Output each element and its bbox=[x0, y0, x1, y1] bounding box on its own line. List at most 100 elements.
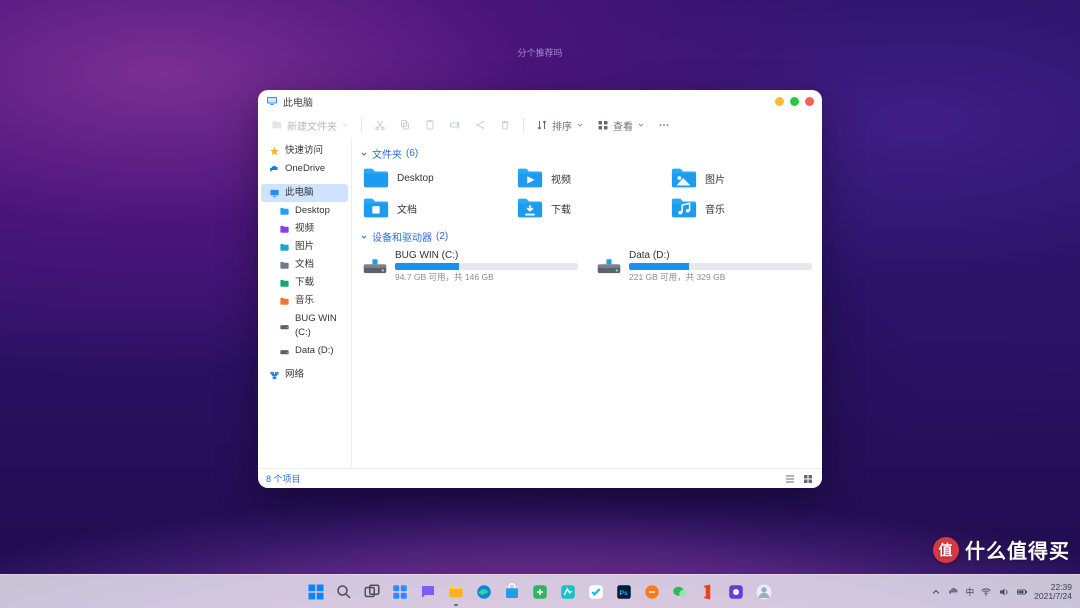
wifi-icon[interactable] bbox=[980, 586, 992, 598]
folder-pictures[interactable]: 图片 bbox=[668, 165, 814, 191]
taskbar-tray: 中 22:39 2021/7/24 bbox=[930, 583, 1072, 601]
taskbar-app-purple[interactable] bbox=[725, 581, 747, 603]
drive-icon bbox=[362, 257, 388, 277]
folder-desktop[interactable]: Desktop bbox=[360, 165, 506, 191]
taskbar-app-teal[interactable] bbox=[557, 581, 579, 603]
sidebar-item-network[interactable]: 网络 bbox=[261, 366, 348, 384]
sidebar-item-documents[interactable]: 文档 bbox=[261, 256, 348, 274]
taskbar-app-green[interactable] bbox=[529, 581, 551, 603]
taskbar-chat[interactable] bbox=[417, 581, 439, 603]
cut-button[interactable] bbox=[369, 116, 391, 134]
taskbar-app-user[interactable] bbox=[753, 581, 775, 603]
taskbar-widgets[interactable] bbox=[389, 581, 411, 603]
sort-button[interactable]: 排序 bbox=[531, 115, 589, 136]
status-text: 8 个项目 bbox=[266, 472, 301, 485]
view-grid-icon[interactable] bbox=[802, 473, 814, 485]
group-header-folders[interactable]: 文件夹 (6) bbox=[360, 146, 814, 161]
desktop[interactable]: 分个推荐吗 此电脑 新建文件夹 bbox=[0, 0, 1080, 608]
taskbar[interactable]: Ps 中 22:39 2021/7/24 bbox=[0, 574, 1080, 608]
content-area[interactable]: 文件夹 (6) Desktop 视频 图片 文档 bbox=[352, 138, 822, 468]
windows-icon bbox=[307, 583, 325, 601]
search-icon bbox=[335, 583, 353, 601]
site-watermark-text: 什么值得买 bbox=[965, 535, 1070, 564]
sidebar-item-desktop[interactable]: Desktop bbox=[261, 202, 348, 220]
folder-downloads[interactable]: 下载 bbox=[514, 195, 660, 221]
sidebar-item-downloads[interactable]: 下载 bbox=[261, 274, 348, 292]
explorer-icon bbox=[447, 583, 465, 601]
taskbar-taskview[interactable] bbox=[361, 581, 383, 603]
rename-icon bbox=[449, 119, 461, 131]
onedrive-tray-icon[interactable] bbox=[948, 586, 960, 598]
chevron-up-icon[interactable] bbox=[930, 586, 942, 598]
sidebar: 快速访问 OneDrive 此电脑 Desktop 视频图片文档下载音乐 BUG W… bbox=[258, 138, 352, 468]
taskbar-clock[interactable]: 22:39 2021/7/24 bbox=[1034, 583, 1072, 601]
sidebar-item-pictures[interactable]: 图片 bbox=[261, 238, 348, 256]
maximize-button[interactable] bbox=[790, 97, 799, 106]
sidebar-item-onedrive[interactable]: OneDrive bbox=[261, 160, 348, 178]
sort-icon bbox=[536, 119, 548, 131]
start-button[interactable] bbox=[305, 581, 327, 603]
taskbar-wechat[interactable] bbox=[669, 581, 691, 603]
documents-folder-icon bbox=[362, 197, 390, 219]
taskbar-app-check[interactable] bbox=[585, 581, 607, 603]
toolbar-separator bbox=[523, 118, 524, 132]
ime-indicator[interactable]: 中 bbox=[966, 586, 975, 598]
taskbar-explorer[interactable] bbox=[445, 581, 467, 603]
chevron-down-icon bbox=[360, 150, 368, 158]
paste-button[interactable] bbox=[419, 116, 441, 134]
taskview-icon bbox=[363, 583, 381, 601]
sidebar-label: 快速访问 bbox=[285, 144, 323, 158]
close-button[interactable] bbox=[805, 97, 814, 106]
folder-videos[interactable]: 视频 bbox=[514, 165, 660, 191]
battery-icon[interactable] bbox=[1016, 586, 1028, 598]
more-button[interactable] bbox=[653, 116, 675, 134]
sidebar-label: BUG WIN (C:) bbox=[295, 312, 342, 340]
title-bar[interactable]: 此电脑 bbox=[258, 90, 822, 112]
taskbar-edge[interactable] bbox=[473, 581, 495, 603]
store-icon bbox=[503, 583, 521, 601]
taskbar-store[interactable] bbox=[501, 581, 523, 603]
sidebar-label: Desktop bbox=[295, 204, 330, 218]
sidebar-item-music[interactable]: 音乐 bbox=[261, 292, 348, 310]
widgets-icon bbox=[391, 583, 409, 601]
chat-icon bbox=[419, 583, 437, 601]
view-list-icon[interactable] bbox=[784, 473, 796, 485]
volume-icon[interactable] bbox=[998, 586, 1010, 598]
taskbar-search[interactable] bbox=[333, 581, 355, 603]
pictures-folder-icon bbox=[670, 167, 698, 189]
folder-label: 下载 bbox=[551, 201, 571, 216]
delete-button[interactable] bbox=[494, 116, 516, 134]
group-header-drives[interactable]: 设备和驱动器 (2) bbox=[360, 229, 814, 244]
sidebar-item-drive[interactable]: Data (D:) bbox=[261, 342, 348, 360]
status-bar: 8 个项目 bbox=[258, 468, 822, 488]
view-button[interactable]: 查看 bbox=[592, 115, 650, 136]
new-folder-button[interactable]: 新建文件夹 bbox=[266, 115, 354, 136]
copy-button[interactable] bbox=[394, 116, 416, 134]
folder-documents[interactable]: 文档 bbox=[360, 195, 506, 221]
taskbar-office[interactable] bbox=[697, 581, 719, 603]
folder-music[interactable]: 音乐 bbox=[668, 195, 814, 221]
drive-usage-bar bbox=[629, 263, 812, 270]
rename-button[interactable] bbox=[444, 116, 466, 134]
taskbar-date: 2021/7/24 bbox=[1034, 592, 1072, 601]
drive-tile[interactable]: Data (D:) 221 GB 可用，共 329 GB bbox=[594, 248, 814, 285]
sidebar-item-drive[interactable]: BUG WIN (C:) bbox=[261, 310, 348, 342]
file-explorer-window: 此电脑 新建文件夹 排序 bbox=[258, 90, 822, 488]
sidebar-item-this-pc[interactable]: 此电脑 bbox=[261, 184, 348, 202]
more-icon bbox=[658, 119, 670, 131]
app-icon bbox=[559, 583, 577, 601]
share-button[interactable] bbox=[469, 116, 491, 134]
taskbar-photoshop[interactable]: Ps bbox=[613, 581, 635, 603]
taskbar-app-orange[interactable] bbox=[641, 581, 663, 603]
videos-folder-icon bbox=[516, 167, 544, 189]
sidebar-item-quick-access[interactable]: 快速访问 bbox=[261, 142, 348, 160]
minimize-button[interactable] bbox=[775, 97, 784, 106]
folder-label: 视频 bbox=[551, 171, 571, 186]
sidebar-label: 此电脑 bbox=[285, 186, 314, 200]
avatar-icon bbox=[755, 583, 773, 601]
group-count: (2) bbox=[436, 231, 448, 242]
desktop-watermark: 分个推荐吗 bbox=[0, 46, 1080, 59]
drive-tile[interactable]: BUG WIN (C:) 94.7 GB 可用，共 146 GB bbox=[360, 248, 580, 285]
drive-label: Data (D:) bbox=[629, 250, 812, 261]
sidebar-item-videos[interactable]: 视频 bbox=[261, 220, 348, 238]
